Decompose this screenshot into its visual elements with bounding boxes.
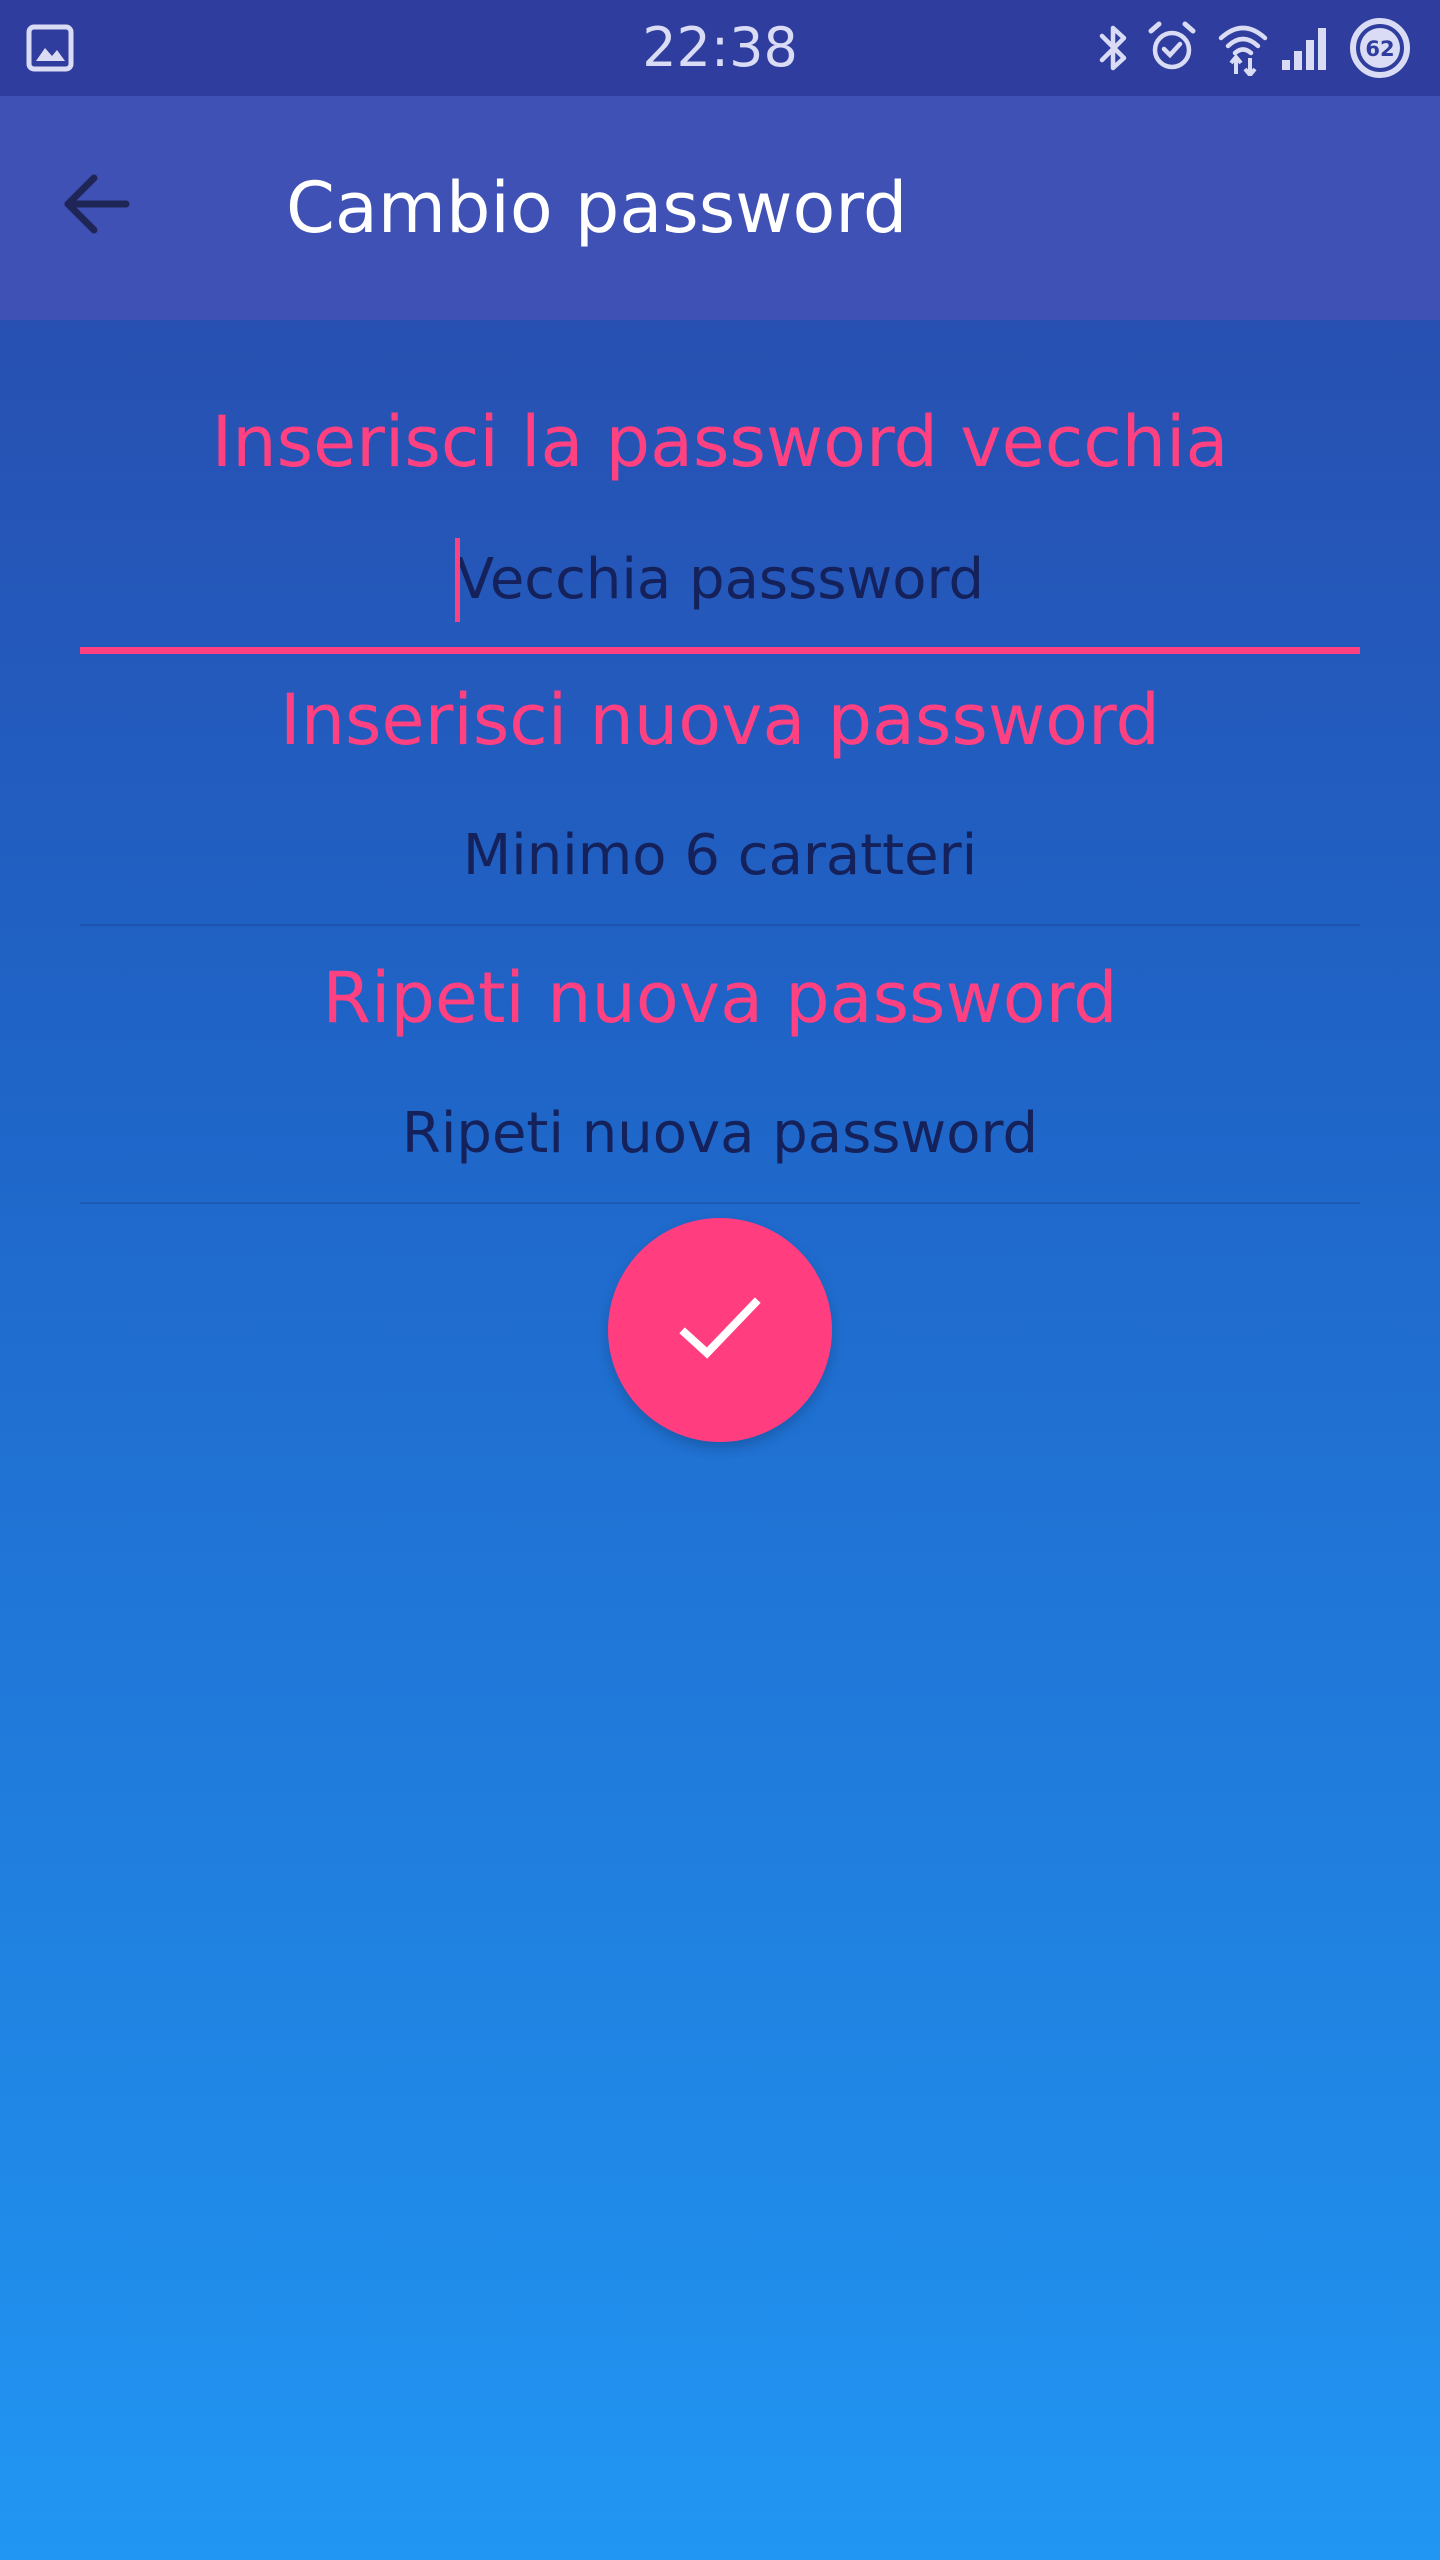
new-password-placeholder: Minimo 6 caratteri xyxy=(462,823,978,888)
new-password-label: Inserisci nuova password xyxy=(280,679,1160,761)
arrow-back-icon xyxy=(64,174,130,234)
alarm-icon xyxy=(1146,20,1198,78)
page-title: Cambio password xyxy=(286,167,908,249)
confirm-button[interactable] xyxy=(608,1218,832,1442)
repeat-password-label: Ripeti nuova password xyxy=(322,957,1118,1039)
status-time: 22:38 xyxy=(642,16,798,79)
wifi-icon xyxy=(1216,20,1270,80)
repeat-password-placeholder: Ripeti nuova password xyxy=(401,1101,1039,1166)
text-cursor xyxy=(455,538,460,622)
app-bar: Cambio password xyxy=(0,96,1440,320)
bluetooth-icon xyxy=(1094,22,1134,78)
old-password-field[interactable]: Vecchia passsword xyxy=(80,532,1360,654)
signal-icon xyxy=(1280,24,1332,76)
field-underline xyxy=(80,647,1360,654)
battery-level: 62 xyxy=(1365,37,1394,61)
old-password-placeholder: Vecchia passsword xyxy=(455,547,985,612)
battery-icon: 62 xyxy=(1348,16,1412,84)
field-underline xyxy=(80,924,1360,926)
repeat-password-field[interactable]: Ripeti nuova password xyxy=(80,1086,1360,1204)
gallery-icon xyxy=(26,24,74,76)
status-bar: 22:38 62 xyxy=(0,0,1440,96)
old-password-label: Inserisci la password vecchia xyxy=(211,401,1229,483)
field-underline xyxy=(80,1202,1360,1204)
check-icon xyxy=(679,1297,761,1359)
new-password-field[interactable]: Minimo 6 caratteri xyxy=(80,808,1360,926)
back-button[interactable] xyxy=(40,148,152,260)
